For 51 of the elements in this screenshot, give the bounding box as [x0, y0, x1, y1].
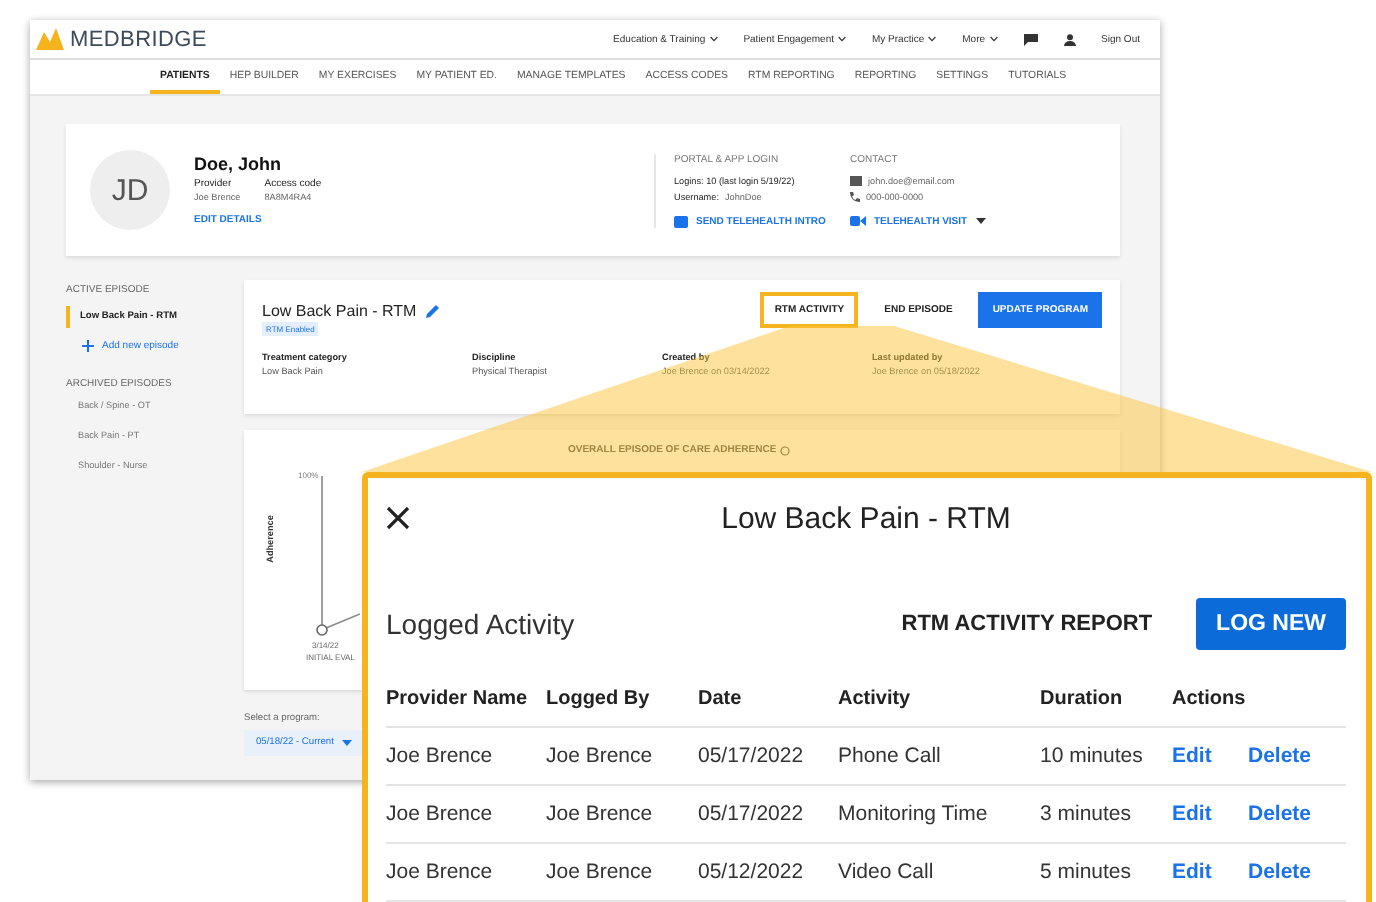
- phone-icon: [850, 191, 860, 201]
- chat-menu-button[interactable]: [1023, 33, 1038, 45]
- delete-link[interactable]: Delete: [1248, 744, 1312, 768]
- plus-icon: [82, 340, 94, 352]
- log-new-button[interactable]: LOG NEW: [1196, 598, 1346, 650]
- pencil-icon[interactable]: [426, 303, 441, 317]
- logo-text: MEDBRIDGE: [70, 27, 207, 51]
- section-title: Logged Activity: [386, 608, 577, 640]
- table-cell: Joe Brence: [546, 786, 698, 844]
- column-header: Duration: [1040, 678, 1172, 728]
- episode-title: Low Back Pain - RTM: [262, 301, 417, 319]
- chevron-down-icon: [989, 36, 998, 42]
- table-cell: Phone Call: [838, 728, 1040, 786]
- table-cell: Video Call: [838, 844, 1040, 902]
- caret-icon: [975, 218, 986, 224]
- column-header: Actions: [1172, 678, 1346, 728]
- table-cell: 10 minutes: [1040, 728, 1172, 786]
- column-header: Activity: [838, 678, 1040, 728]
- edit-link[interactable]: Edit: [1172, 744, 1212, 768]
- logo-icon: [36, 28, 64, 50]
- patient-name: Doe, John: [194, 154, 284, 174]
- table-cell: 05/17/2022: [698, 786, 838, 844]
- table-cell: 05/12/2022: [698, 844, 838, 902]
- column-header: Date: [698, 678, 838, 728]
- table-cell: Joe Brence: [386, 728, 546, 786]
- video-camera-icon: [850, 216, 866, 226]
- table-cell: Joe Brence: [386, 844, 546, 902]
- chevron-down-icon: [838, 36, 846, 42]
- table-cell: 05/17/2022: [698, 728, 838, 786]
- report-link[interactable]: RTM ACTIVITY REPORT: [901, 612, 1153, 636]
- table-cell: Monitoring Time: [838, 786, 1040, 844]
- edit-link[interactable]: Edit: [1172, 860, 1212, 884]
- chevron-down-icon: [709, 36, 718, 42]
- close-icon[interactable]: [386, 506, 410, 530]
- table-cell: Joe Brence: [546, 844, 698, 902]
- avatar: JD: [90, 150, 170, 230]
- column-header: Provider Name: [386, 678, 546, 728]
- caret-icon: [341, 740, 352, 746]
- column-header: Logged By: [546, 678, 698, 728]
- table-cell: Joe Brence: [386, 786, 546, 844]
- table-cell: 5 minutes: [1040, 844, 1172, 902]
- table-cell: 3 minutes: [1040, 786, 1172, 844]
- user-menu-button[interactable]: [1063, 33, 1076, 45]
- edit-link[interactable]: Edit: [1172, 802, 1212, 826]
- user-icon: [1063, 33, 1076, 45]
- chevron-down-icon: [928, 36, 937, 42]
- table-cell: Joe Brence: [546, 728, 698, 786]
- modal-title: Low Back Pain - RTM: [719, 501, 1013, 535]
- chat-icon: [1023, 33, 1038, 45]
- delete-link[interactable]: Delete: [1248, 860, 1312, 884]
- delete-link[interactable]: Delete: [1248, 802, 1312, 826]
